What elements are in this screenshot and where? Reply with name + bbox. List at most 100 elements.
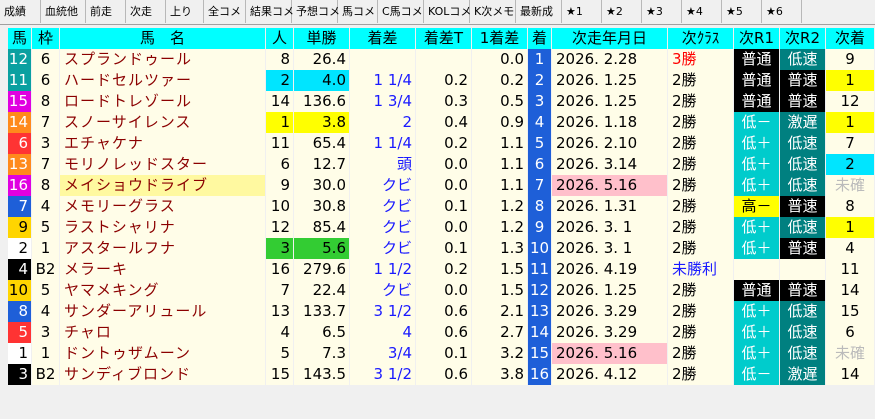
tab-10[interactable]: KOLコメ bbox=[424, 0, 471, 23]
cell-first: 0.5 bbox=[472, 91, 527, 112]
cell-cls: 2勝 bbox=[668, 175, 733, 196]
cell-r1: 低＋ bbox=[734, 343, 779, 364]
header-next[interactable]: 次着 bbox=[826, 28, 874, 49]
cell-next: 8 bbox=[826, 196, 874, 217]
cell-waku: B2 bbox=[32, 364, 59, 385]
cell-next: 1 bbox=[826, 112, 874, 133]
cell-next: 2 bbox=[826, 154, 874, 175]
cell-date: 2026. 3. 1 bbox=[552, 238, 667, 259]
header-chakusa[interactable]: 着差 bbox=[350, 28, 415, 49]
cell-name: モリノレッドスター bbox=[60, 154, 265, 175]
cell-tan: 7.3 bbox=[294, 343, 349, 364]
cell-r2: 低速 bbox=[780, 49, 825, 70]
header-chaku[interactable]: 着 bbox=[528, 28, 551, 49]
cell-next: 未確 bbox=[826, 343, 874, 364]
cell-r2: 低速 bbox=[780, 175, 825, 196]
cell-r1: 高－ bbox=[734, 196, 779, 217]
cell-uma: 14 bbox=[8, 112, 31, 133]
tab-9[interactable]: C馬コメ bbox=[378, 0, 424, 23]
cell-chakusaT: 0.0 bbox=[416, 175, 471, 196]
cell-r2: 低速 bbox=[780, 154, 825, 175]
cell-tan: 279.6 bbox=[294, 259, 349, 280]
tab-0[interactable]: 成績 bbox=[0, 0, 41, 23]
cell-name: スプランドゥール bbox=[60, 49, 265, 70]
cell-chakusa: クビ bbox=[350, 238, 415, 259]
tab-13[interactable]: ★1 bbox=[562, 0, 602, 23]
tab-14[interactable]: ★2 bbox=[602, 0, 642, 23]
cell-name: ロードトレゾール bbox=[60, 91, 265, 112]
cell-chakusa bbox=[350, 49, 415, 70]
tab-15[interactable]: ★3 bbox=[642, 0, 682, 23]
cell-r2: 低速 bbox=[780, 343, 825, 364]
tab-12[interactable]: 最新成 bbox=[516, 0, 562, 23]
cell-r1: 低＋ bbox=[734, 175, 779, 196]
tab-7[interactable]: 予想コメ bbox=[292, 0, 340, 23]
cell-cls: 2勝 bbox=[668, 280, 733, 301]
cell-waku: 1 bbox=[32, 238, 59, 259]
tab-3[interactable]: 次走 bbox=[126, 0, 166, 23]
cell-tan: 85.4 bbox=[294, 217, 349, 238]
tab-11[interactable]: K次メモ bbox=[470, 0, 516, 23]
cell-uma: 7 bbox=[8, 196, 31, 217]
header-r1[interactable]: 次R1 bbox=[734, 28, 779, 49]
cell-first: 1.1 bbox=[472, 133, 527, 154]
cell-name: ラストシャリナ bbox=[60, 217, 265, 238]
cell-cls: 2勝 bbox=[668, 301, 733, 322]
cell-chaku: 16 bbox=[528, 364, 551, 385]
header-first[interactable]: 1着差 bbox=[472, 28, 527, 49]
cell-cls: 2勝 bbox=[668, 154, 733, 175]
cell-r1: 普通 bbox=[734, 280, 779, 301]
cell-uma: 3 bbox=[8, 364, 31, 385]
tab-1[interactable]: 血統他 bbox=[41, 0, 86, 23]
cell-first: 3.2 bbox=[472, 343, 527, 364]
header-date[interactable]: 次走年月日 bbox=[552, 28, 667, 49]
cell-next: 11 bbox=[826, 259, 874, 280]
tab-2[interactable]: 前走 bbox=[86, 0, 126, 23]
cell-cls: 2勝 bbox=[668, 238, 733, 259]
cell-uma: 10 bbox=[8, 280, 31, 301]
header-tan[interactable]: 単勝 bbox=[294, 28, 349, 49]
header-waku[interactable]: 枠 bbox=[32, 28, 59, 49]
cell-chaku: 10 bbox=[528, 238, 551, 259]
cell-tan: 5.6 bbox=[294, 238, 349, 259]
tab-6[interactable]: 結果コメ bbox=[246, 0, 294, 23]
cell-uma: 9 bbox=[8, 217, 31, 238]
cell-tan: 136.6 bbox=[294, 91, 349, 112]
cell-nin: 16 bbox=[266, 259, 293, 280]
cell-waku: 3 bbox=[32, 322, 59, 343]
cell-cls: 2勝 bbox=[668, 343, 733, 364]
tab-18[interactable]: ★6 bbox=[762, 0, 802, 23]
header-name[interactable]: 馬 名 bbox=[60, 28, 265, 49]
tab-4[interactable]: 上り bbox=[166, 0, 204, 23]
cell-nin: 12 bbox=[266, 217, 293, 238]
cell-name: メモリーグラス bbox=[60, 196, 265, 217]
tab-16[interactable]: ★4 bbox=[682, 0, 722, 23]
cell-next: 1 bbox=[826, 70, 874, 91]
cell-cls: 2勝 bbox=[668, 364, 733, 385]
cell-nin: 7 bbox=[266, 280, 293, 301]
cell-first: 1.3 bbox=[472, 238, 527, 259]
cell-nin: 5 bbox=[266, 343, 293, 364]
cell-next: 15 bbox=[826, 301, 874, 322]
cell-date: 2026. 2.10 bbox=[552, 133, 667, 154]
cell-first: 1.2 bbox=[472, 217, 527, 238]
header-chakusaT[interactable]: 着差T bbox=[416, 28, 471, 49]
cell-cls: 2勝 bbox=[668, 91, 733, 112]
cell-nin: 8 bbox=[266, 49, 293, 70]
cell-first: 3.8 bbox=[472, 364, 527, 385]
tab-8[interactable]: 馬コメ bbox=[338, 0, 378, 23]
cell-first: 2.1 bbox=[472, 301, 527, 322]
cell-chaku: 1 bbox=[528, 49, 551, 70]
tab-5[interactable]: 全コメ bbox=[204, 0, 246, 23]
cell-uma: 15 bbox=[8, 91, 31, 112]
header-cls[interactable]: 次ｸﾗｽ bbox=[668, 28, 733, 49]
header-nin[interactable]: 人 bbox=[266, 28, 293, 49]
cell-r1: 低＋ bbox=[734, 238, 779, 259]
header-uma[interactable]: 馬 bbox=[8, 28, 31, 49]
cell-chaku: 15 bbox=[528, 343, 551, 364]
tab-17[interactable]: ★5 bbox=[722, 0, 762, 23]
cell-chakusaT: 0.6 bbox=[416, 364, 471, 385]
cell-cls: 2勝 bbox=[668, 112, 733, 133]
header-r2[interactable]: 次R2 bbox=[780, 28, 825, 49]
cell-chakusaT bbox=[416, 49, 471, 70]
